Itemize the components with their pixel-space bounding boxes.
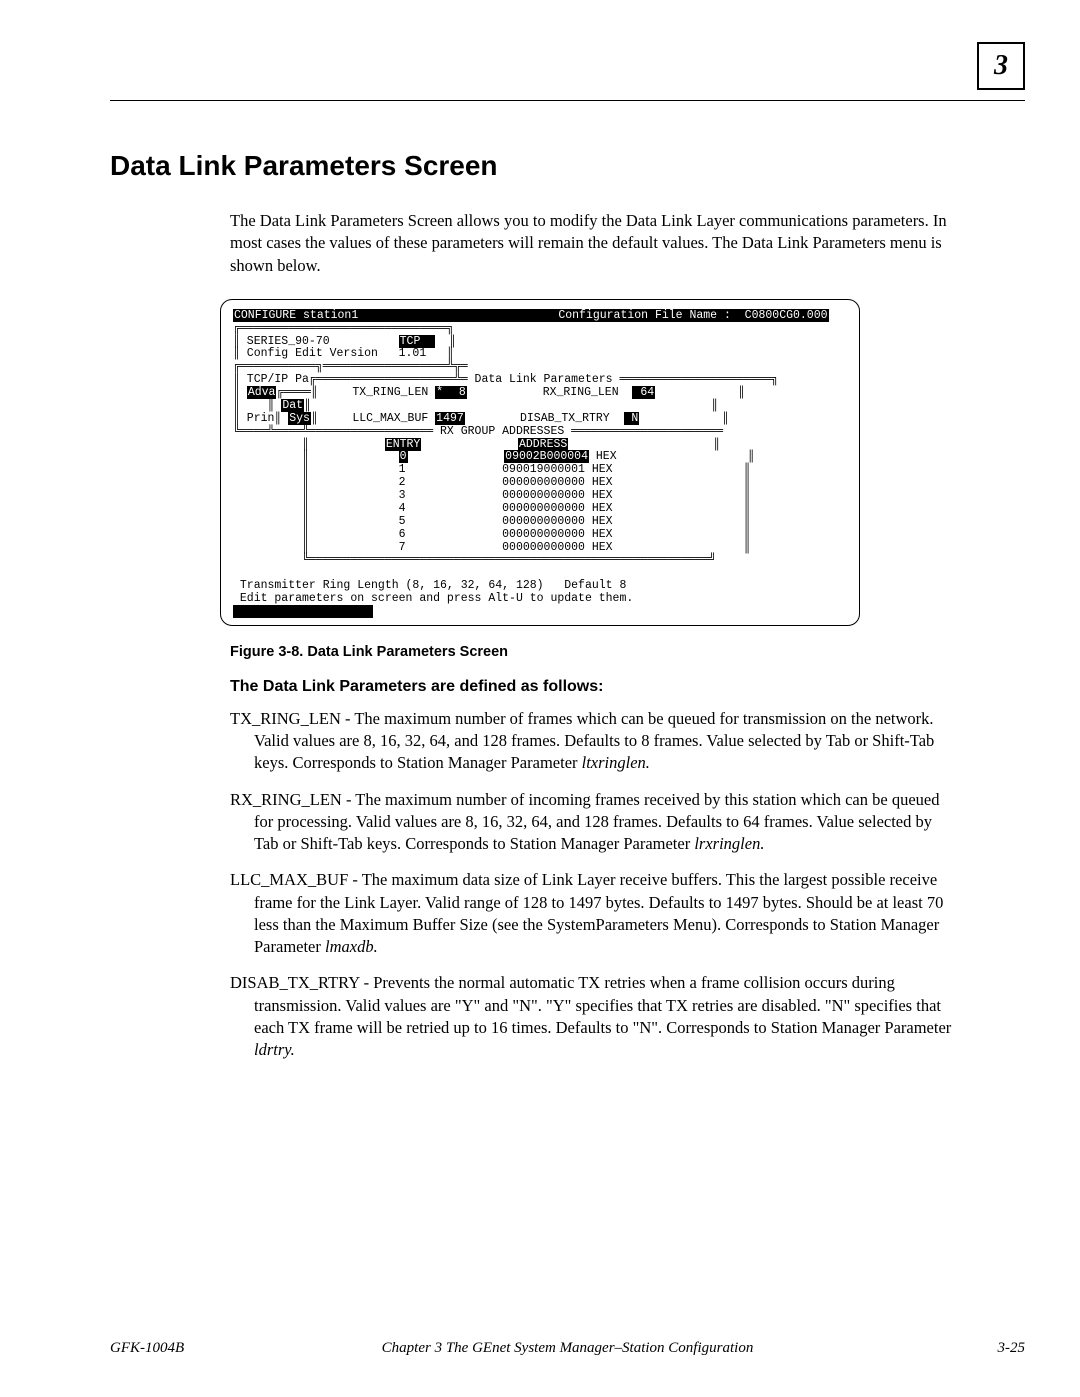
parameter-definitions: TX_RING_LEN - The maximum number of fram… — [230, 708, 960, 1062]
footer-left: GFK-1004B — [110, 1340, 184, 1357]
figure-caption: Figure 3-8. Data Link Parameters Screen — [230, 644, 970, 660]
header-rule — [110, 100, 1025, 101]
terminal-content: CONFIGURE station1 Configuration File Na… — [233, 310, 847, 619]
param-def-0: TX_RING_LEN - The maximum number of fram… — [230, 708, 960, 775]
param-def-3: DISAB_TX_RTRY - Prevents the normal auto… — [230, 972, 960, 1061]
subheading: The Data Link Parameters are defined as … — [230, 678, 970, 696]
page-footer: GFK-1004B Chapter 3 The GEnet System Man… — [110, 1340, 1025, 1357]
terminal-screenshot: CONFIGURE station1 Configuration File Na… — [220, 299, 860, 626]
chapter-number: 3 — [994, 50, 1008, 82]
footer-right: 3-25 — [998, 1340, 1026, 1357]
section-title: Data Link Parameters Screen — [110, 150, 970, 182]
intro-paragraph: The Data Link Parameters Screen allows y… — [230, 210, 960, 277]
param-def-1: RX_RING_LEN - The maximum number of inco… — [230, 789, 960, 856]
chapter-number-box: 3 — [977, 42, 1025, 90]
footer-center: Chapter 3 The GEnet System Manager–Stati… — [110, 1340, 1025, 1357]
param-def-2: LLC_MAX_BUF - The maximum data size of L… — [230, 869, 960, 958]
